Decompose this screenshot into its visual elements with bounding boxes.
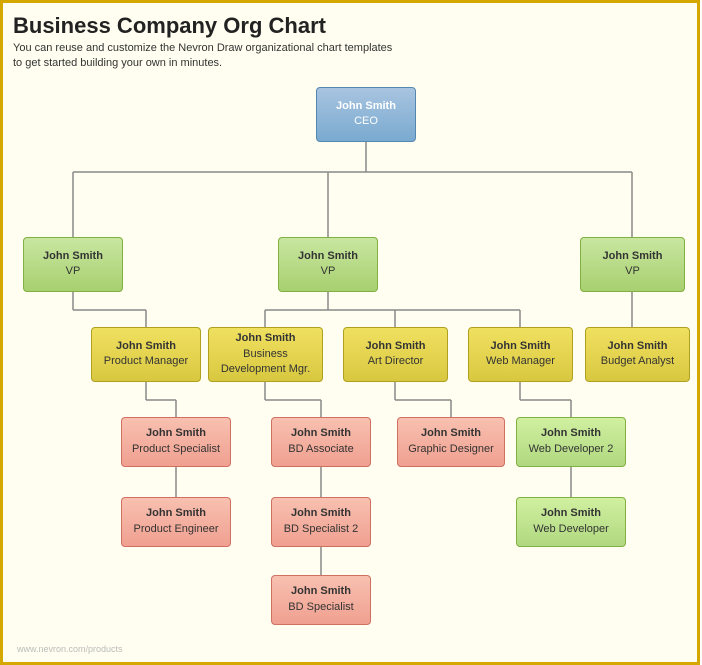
node-ceo-title: CEO (354, 114, 378, 129)
node-vp2: John Smith VP (278, 237, 378, 292)
node-vp3-name: John Smith (603, 249, 663, 264)
node-wd-name: John Smith (541, 506, 601, 521)
node-bda-name: John Smith (291, 426, 351, 441)
node-ceo: John Smith CEO (316, 87, 416, 142)
node-ps: John Smith Product Specialist (121, 417, 231, 467)
node-bdm: John Smith Business Development Mgr. (208, 327, 323, 382)
node-vp1-title: VP (66, 264, 81, 279)
node-ps-name: John Smith (146, 426, 206, 441)
node-ad: John Smith Art Director (343, 327, 448, 382)
node-gd: John Smith Graphic Designer (397, 417, 505, 467)
node-bds-name: John Smith (291, 584, 351, 599)
node-pm-title: Product Manager (104, 354, 188, 369)
node-pe: John Smith Product Engineer (121, 497, 231, 547)
node-ad-title: Art Director (368, 354, 424, 369)
node-wd2-title: Web Developer 2 (529, 442, 614, 457)
org-chart-container: Business Company Org Chart You can reuse… (0, 0, 700, 665)
node-vp3: John Smith VP (580, 237, 685, 292)
node-ad-name: John Smith (366, 339, 426, 354)
node-vp1-name: John Smith (43, 249, 103, 264)
node-wd2-name: John Smith (541, 426, 601, 441)
org-chart: John Smith CEO John Smith VP John Smith … (13, 82, 687, 642)
node-ba-name: John Smith (608, 339, 668, 354)
node-ba: John Smith Budget Analyst (585, 327, 690, 382)
node-bdm-title: Business Development Mgr. (217, 347, 314, 378)
chart-subtitle: You can reuse and customize the Nevron D… (13, 41, 393, 72)
watermark: www.nevron.com/products (17, 644, 123, 654)
node-wd-title: Web Developer (533, 522, 609, 537)
node-bda-title: BD Associate (288, 442, 353, 457)
node-bdm-name: John Smith (236, 331, 296, 346)
node-wd2: John Smith Web Developer 2 (516, 417, 626, 467)
node-gd-name: John Smith (421, 426, 481, 441)
node-bds2: John Smith BD Specialist 2 (271, 497, 371, 547)
chart-title: Business Company Org Chart (13, 13, 687, 39)
node-pm: John Smith Product Manager (91, 327, 201, 382)
node-pe-name: John Smith (146, 506, 206, 521)
node-vp2-title: VP (321, 264, 336, 279)
node-wm: John Smith Web Manager (468, 327, 573, 382)
node-bds-title: BD Specialist (288, 600, 353, 615)
node-bds: John Smith BD Specialist (271, 575, 371, 625)
node-pe-title: Product Engineer (134, 522, 219, 537)
node-vp2-name: John Smith (298, 249, 358, 264)
node-bds2-name: John Smith (291, 506, 351, 521)
node-gd-title: Graphic Designer (408, 442, 494, 457)
node-wm-title: Web Manager (486, 354, 555, 369)
node-vp1: John Smith VP (23, 237, 123, 292)
node-wd: John Smith Web Developer (516, 497, 626, 547)
node-wm-name: John Smith (491, 339, 551, 354)
node-ps-title: Product Specialist (132, 442, 220, 457)
node-bds2-title: BD Specialist 2 (284, 522, 359, 537)
node-vp3-title: VP (625, 264, 640, 279)
node-ceo-name: John Smith (336, 99, 396, 114)
node-ba-title: Budget Analyst (601, 354, 674, 369)
node-pm-name: John Smith (116, 339, 176, 354)
node-bda: John Smith BD Associate (271, 417, 371, 467)
